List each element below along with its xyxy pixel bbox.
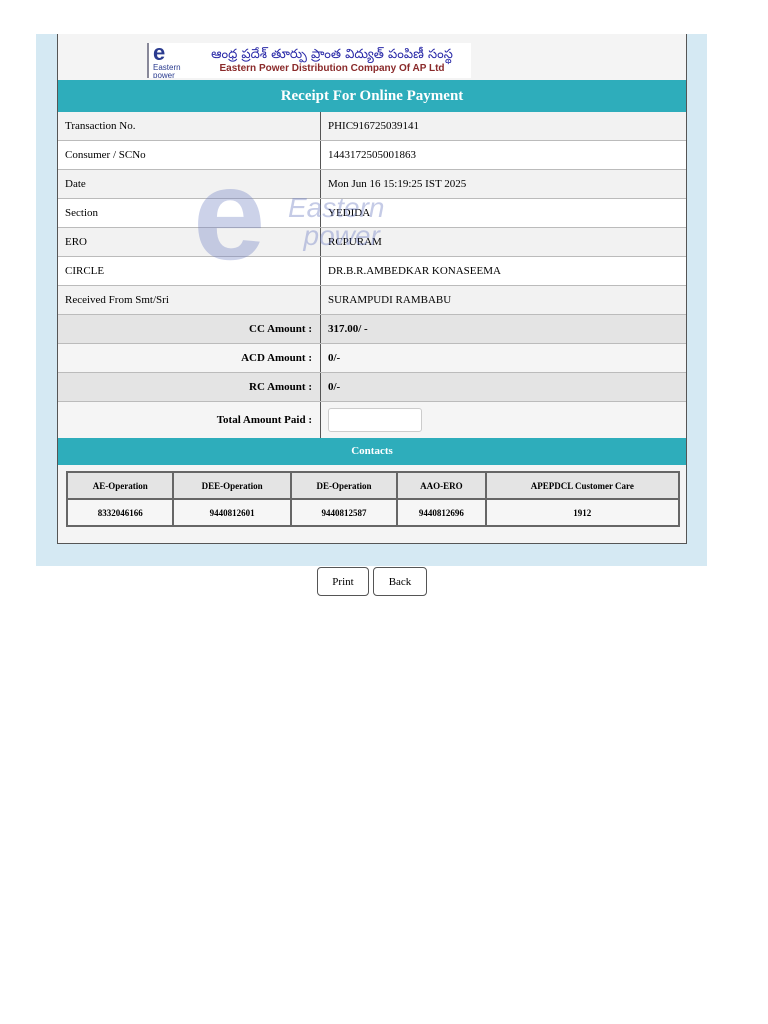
amount-label: ACD Amount :	[58, 344, 321, 372]
row-label: Consumer / SCNo	[58, 141, 321, 169]
amount-label: RC Amount :	[58, 373, 321, 401]
total-amount-field[interactable]	[328, 408, 422, 432]
contacts-header: Contacts	[58, 438, 686, 465]
row-value: Mon Jun 16 15:19:25 IST 2025	[328, 178, 467, 190]
logo-telugu-text: ఆంధ్ర ప్రదేశ్ తూర్పు ప్రాంత విద్యుత్ పంప…	[211, 47, 453, 62]
row-value: PHIC916725039141	[328, 120, 420, 132]
receipt-row: Consumer / SCNo 1443172505001863	[58, 141, 686, 170]
amount-label: CC Amount :	[58, 315, 321, 343]
contact-number: 8332046166	[65, 498, 175, 527]
row-value: RCPURAM	[328, 236, 382, 248]
page-title: Receipt For Online Payment	[58, 80, 686, 112]
contact-number: 9440812696	[396, 498, 487, 527]
row-value: SURAMPUDI RAMBABU	[328, 294, 452, 306]
print-button[interactable]: Print	[317, 567, 369, 596]
contact-header: AAO-ERO	[396, 471, 487, 500]
receipt-row: Transaction No. PHIC916725039141	[58, 112, 686, 141]
amount-value: 0/-	[328, 352, 341, 364]
contact-header: DEE-Operation	[172, 471, 292, 500]
amount-value: 317.00/ -	[328, 323, 368, 335]
receipt-panel: e Eastern power ఆంధ్ర ప్రదేశ్ తూర్పు ప్రా…	[57, 34, 687, 544]
receipt-row: Date Mon Jun 16 15:19:25 IST 2025	[58, 170, 686, 199]
receipt-row: ERO RCPURAM	[58, 228, 686, 257]
logo-mark-text: Eastern power	[153, 62, 181, 78]
eastern-power-logo-icon: e Eastern power	[153, 43, 181, 78]
amount-row: CC Amount : 317.00/ -	[58, 315, 686, 344]
row-label: CIRCLE	[58, 257, 321, 285]
row-value: YEDIDA	[328, 207, 371, 219]
amount-value: 0/-	[328, 381, 341, 393]
contact-header: AE-Operation	[65, 471, 175, 500]
receipt-row: CIRCLE DR.B.R.AMBEDKAR KONASEEMA	[58, 257, 686, 286]
company-logo: e Eastern power ఆంధ్ర ప్రదేశ్ తూర్పు ప్రా…	[147, 43, 471, 78]
row-label: Transaction No.	[58, 112, 321, 140]
row-value: DR.B.R.AMBEDKAR KONASEEMA	[328, 265, 501, 277]
total-row: Total Amount Paid :	[58, 402, 686, 439]
amount-row: ACD Amount : 0/-	[58, 344, 686, 373]
total-label: Total Amount Paid :	[58, 402, 321, 438]
contact-number: 1912	[484, 498, 681, 527]
row-value: 1443172505001863	[328, 149, 416, 161]
contact-header: APEPDCL Customer Care	[484, 471, 681, 500]
receipt-row: Received From Smt/Sri SURAMPUDI RAMBABU	[58, 286, 686, 315]
logo-english-text: Eastern Power Distribution Company Of AP…	[219, 63, 445, 74]
row-label: ERO	[58, 228, 321, 256]
row-label: Date	[58, 170, 321, 198]
back-button[interactable]: Back	[373, 567, 427, 596]
contact-number: 9440812601	[172, 498, 292, 527]
amount-row: RC Amount : 0/-	[58, 373, 686, 402]
row-label: Received From Smt/Sri	[58, 286, 321, 314]
contact-number: 9440812587	[289, 498, 399, 527]
receipt-row: Section YEDIDA	[58, 199, 686, 228]
row-label: Section	[58, 199, 321, 227]
contacts-table: AE-Operation DEE-Operation DE-Operation AAO…	[65, 471, 681, 527]
receipt-frame: e Eastern power ఆంధ్ర ప్రదేశ్ తూర్పు ప్రా…	[36, 34, 707, 566]
contact-header: DE-Operation	[289, 471, 399, 500]
